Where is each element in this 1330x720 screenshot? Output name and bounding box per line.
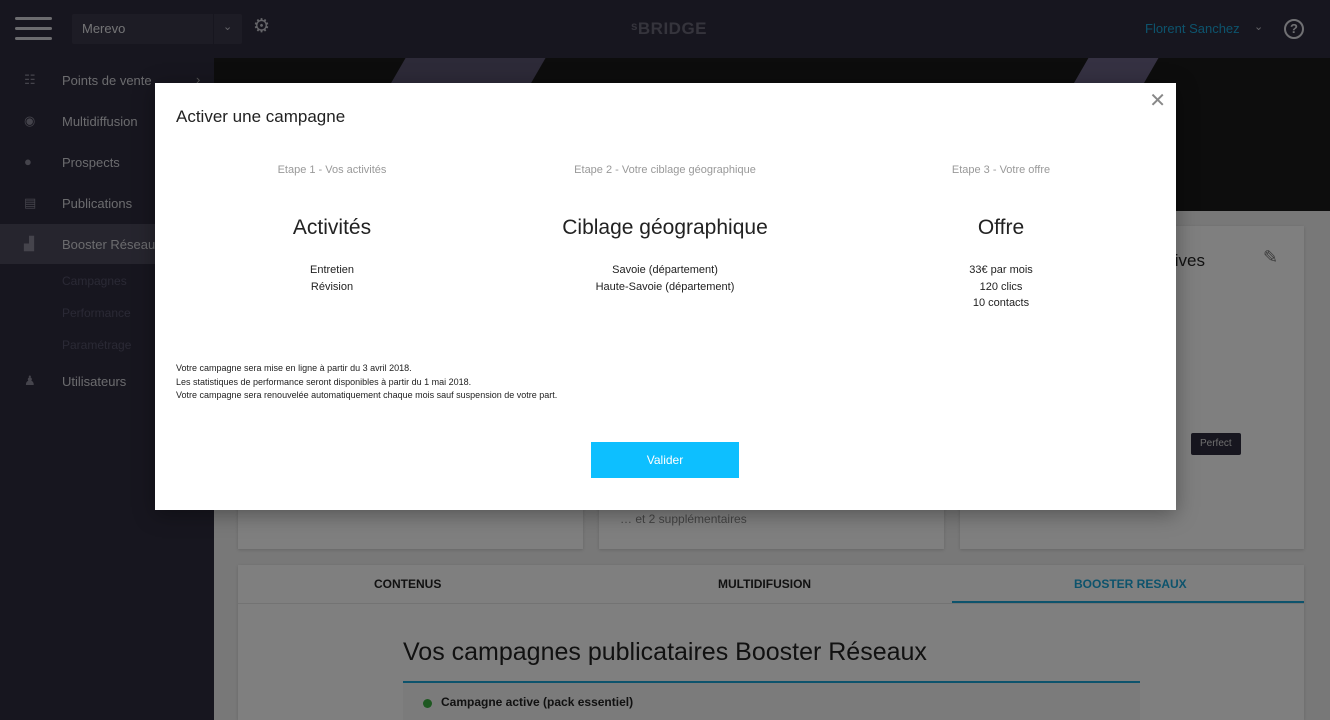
activate-campaign-dialog: ✕ Activer une campagne Etape 1 - Vos act… xyxy=(155,83,1176,510)
step-heading: Activités xyxy=(292,216,372,239)
step-value: 120 clics xyxy=(979,280,1023,293)
step-values: Entretien Révision xyxy=(162,262,502,295)
step-values: 33€ par mois 120 clics 10 contacts xyxy=(831,262,1171,312)
step-value: Révision xyxy=(310,280,354,293)
step-value: Savoie (département) xyxy=(612,264,718,276)
step-value: 33€ par mois xyxy=(969,264,1033,276)
step-values: Savoie (département) Haute-Savoie (dépar… xyxy=(495,262,835,295)
dialog-title: Activer une campagne xyxy=(176,107,346,126)
step-value: 10 contacts xyxy=(972,297,1030,309)
note-line: Votre campagne sera mise en ligne à part… xyxy=(176,363,412,373)
close-icon[interactable]: ✕ xyxy=(1149,88,1166,113)
step-value: Entretien xyxy=(309,264,355,276)
step-label: Etape 3 - Votre offre xyxy=(951,164,1051,176)
step-heading: Ciblage géographique xyxy=(562,216,768,239)
validate-button[interactable]: Valider xyxy=(591,442,739,478)
step-label: Etape 1 - Vos activités xyxy=(277,164,387,176)
note-line: Les statistiques de performance seront d… xyxy=(176,376,472,387)
campaign-notes: Votre campagne sera mise en ligne à part… xyxy=(176,362,557,403)
step-value: Haute-Savoie (département) xyxy=(595,280,735,293)
step-label: Etape 2 - Votre ciblage géographique xyxy=(574,164,756,176)
note-line: Votre campagne sera renouvelée automatiq… xyxy=(176,390,558,400)
step-heading: Offre xyxy=(977,216,1025,239)
